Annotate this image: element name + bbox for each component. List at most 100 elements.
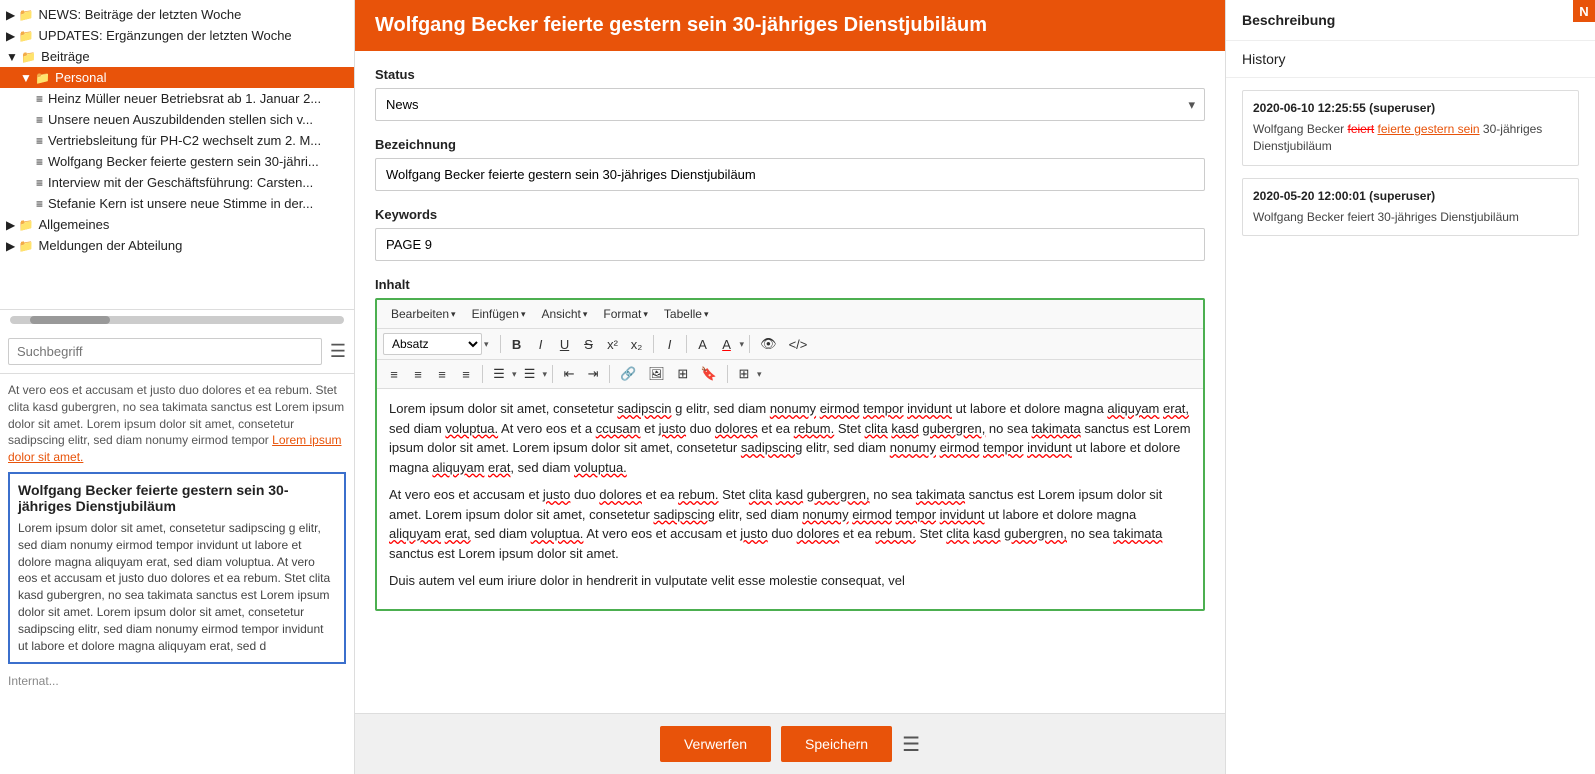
separator3 [686,335,687,353]
tree-icon-beitraege: ▼ 📁 [6,50,36,64]
indent-decrease-button[interactable]: ⇤ [558,364,580,384]
separator4 [749,335,750,353]
separator6 [552,365,553,383]
history-meta-1: 2020-06-10 12:25:55 (superuser) [1253,101,1568,115]
bold-button[interactable]: B [506,335,528,354]
tree-item-news[interactable]: ▶ 📁 NEWS: Beiträge der letzten Woche [0,4,354,25]
history-meta-2: 2020-05-20 12:00:01 (superuser) [1253,189,1568,203]
bezeichnung-group: Bezeichnung [375,137,1205,191]
font-bgcolor-button[interactable]: A [716,335,738,354]
tree-item-beitraege[interactable]: ▼ 📁 Beiträge [0,46,354,67]
menu-tabelle[interactable]: Tabelle ▾ [656,304,717,324]
menu-format[interactable]: Format ▾ [595,304,656,324]
align-center-button[interactable]: ≡ [407,365,429,384]
einfuegen-caret: ▾ [521,309,526,320]
align-justify-button[interactable]: ≡ [455,365,477,384]
separator7 [609,365,610,383]
bookmark-button[interactable]: 🔖 [696,364,722,384]
tree-icon-allgemeines: ▶ 📁 [6,218,34,232]
tree-item-meldungen[interactable]: ▶ 📁 Meldungen der Abteilung [0,235,354,256]
tree-icon-item5: ≡ [36,176,43,190]
table-options-button[interactable]: ⊞ [733,364,755,384]
preview-button[interactable]: 👁 [755,334,782,354]
beschreibung-header: Beschreibung [1226,0,1595,41]
image-button[interactable]: 🖼 [643,364,670,384]
font-color-button[interactable]: A [692,335,714,354]
result-card[interactable]: Wolfgang Becker feierte gestern sein 30-… [8,472,346,664]
tree-item-updates[interactable]: ▶ 📁 UPDATES: Ergänzungen der letzten Woc… [0,25,354,46]
status-select-wrapper: News Entwurf Archiv ▾ [375,88,1205,121]
status-select[interactable]: News Entwurf Archiv [375,88,1205,121]
history-section-label: History [1226,41,1595,78]
tree-icon-item2: ≡ [36,113,43,127]
status-group: Status News Entwurf Archiv ▾ [375,67,1205,121]
editor-wrapper: Bearbeiten ▾ Einfügen ▾ Ansicht ▾ Format… [375,298,1205,611]
tree-item-item2[interactable]: ≡ Unsere neuen Auszubildenden stellen si… [0,109,354,130]
tree-item-personal[interactable]: ▼ 📁 Personal [0,67,354,88]
tree-item-item5[interactable]: ≡ Interview mit der Geschäftsführung: Ca… [0,172,354,193]
save-button[interactable]: Speichern [781,726,892,762]
format-caret: ▾ [643,309,648,320]
menu-bearbeiten[interactable]: Bearbeiten ▾ [383,304,464,324]
keywords-group: Keywords [375,207,1205,261]
italic-button[interactable]: I [530,335,552,354]
tree-item-allgemeines[interactable]: ▶ 📁 Allgemeines [0,214,354,235]
tree-item-item3[interactable]: ≡ Vertriebsleitung für PH-C2 wechselt zu… [0,130,354,151]
ol-button[interactable]: ☰ [519,364,541,384]
history-label: History [1242,51,1286,67]
editor-body[interactable]: Lorem ipsum dolor sit amet, consetetur s… [377,389,1203,609]
actions-menu-icon[interactable]: ☰ [902,732,920,757]
tabelle-caret: ▾ [704,309,709,320]
del-text-1: feiert [1348,122,1375,136]
search-results: At vero eos et accusam et justo duo dolo… [0,374,354,774]
paragraph-select[interactable]: Absatz Überschrift 1 Überschrift 2 [383,333,482,355]
search-input[interactable] [8,338,322,365]
bezeichnung-label: Bezeichnung [375,137,1205,152]
table-caret: ▾ [757,369,762,380]
separator2 [653,335,654,353]
table-insert-button[interactable]: ⊞ [672,364,694,384]
align-right-button[interactable]: ≡ [431,365,453,384]
link-button[interactable]: 🔗 [615,364,641,384]
search-result-intro: At vero eos et accusam et justo duo dolo… [8,382,346,466]
discard-button[interactable]: Verwerfen [660,726,771,762]
font-color-caret: ▾ [740,339,745,350]
tree-icon-item1: ≡ [36,92,43,106]
article-header: Wolfgang Becker feierte gestern sein 30-… [355,0,1225,51]
inhalt-label: Inhalt [375,277,1205,292]
ol-caret: ▾ [543,369,548,380]
separator5 [482,365,483,383]
superscript-button[interactable]: x² [602,335,624,354]
align-left-button[interactable]: ≡ [383,365,405,384]
bezeichnung-input[interactable] [375,158,1205,191]
ansicht-caret: ▾ [583,309,588,320]
underline-button[interactable]: U [554,335,576,354]
n-badge: N [1573,0,1595,22]
tree-item-item1[interactable]: ≡ Heinz Müller neuer Betriebsrat ab 1. J… [0,88,354,109]
subscript-button[interactable]: x₂ [626,335,648,354]
article-form: Status News Entwurf Archiv ▾ Bezeichnung… [355,51,1225,713]
tree-area: ▶ 📁 NEWS: Beiträge der letzten Woche▶ 📁 … [0,0,354,310]
tree-item-item4[interactable]: ≡ Wolfgang Becker feierte gestern sein 3… [0,151,354,172]
result-card-text: Lorem ipsum dolor sit amet, consetetur s… [18,520,336,654]
hamburger-icon[interactable]: ☰ [330,341,346,362]
sidebar: ▶ 📁 NEWS: Beiträge der letzten Woche▶ 📁 … [0,0,355,774]
ul-button[interactable]: ☰ [488,364,510,384]
italic-clean-button[interactable]: I [659,335,681,354]
status-label: Status [375,67,1205,82]
result-more-hint: Internat... [8,674,346,688]
source-button[interactable]: </> [784,335,813,354]
indent-increase-button[interactable]: ⇥ [582,364,604,384]
result-card-title: Wolfgang Becker feierte gestern sein 30-… [18,482,336,514]
menu-einfuegen[interactable]: Einfügen ▾ [464,304,534,324]
form-actions: Verwerfen Speichern ☰ [355,713,1225,774]
history-entry-1: 2020-06-10 12:25:55 (superuser) Wolfgang… [1242,90,1579,166]
tree-icon-item3: ≡ [36,134,43,148]
strikethrough-button[interactable]: S [578,335,600,354]
keywords-input[interactable] [375,228,1205,261]
menu-ansicht[interactable]: Ansicht ▾ [533,304,595,324]
search-area: ☰ [0,330,354,374]
tree-item-item6[interactable]: ≡ Stefanie Kern ist unsere neue Stimme i… [0,193,354,214]
tree-icon-item6: ≡ [36,197,43,211]
separator8 [727,365,728,383]
